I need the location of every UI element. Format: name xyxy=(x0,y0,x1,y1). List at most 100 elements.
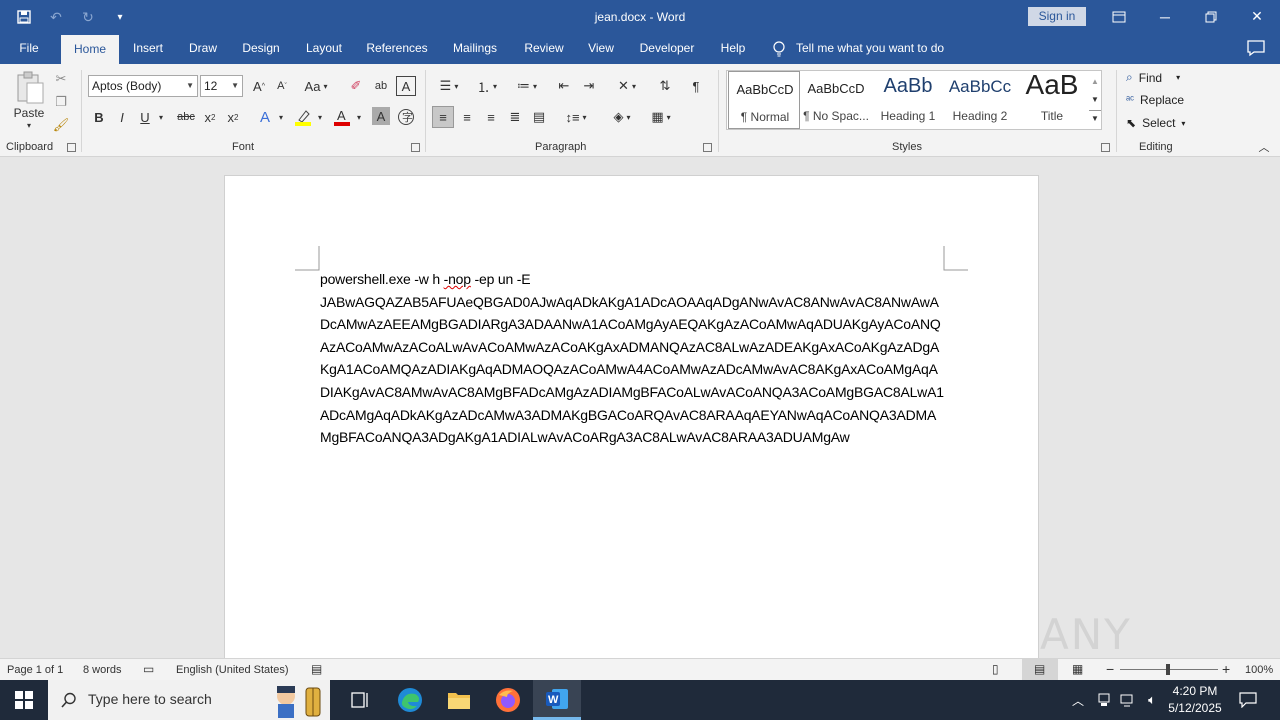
enclose-characters-icon[interactable]: 字 xyxy=(396,107,416,127)
distributed-icon[interactable]: ▤ xyxy=(529,107,549,127)
tab-draw[interactable]: Draw xyxy=(182,33,224,64)
line-spacing-icon[interactable]: ↕≡ ▾ xyxy=(559,107,593,127)
select-button[interactable]: ⬉ Select ▾ xyxy=(1126,116,1185,130)
word-count[interactable]: 8 words xyxy=(83,664,122,676)
font-launcher-icon[interactable] xyxy=(411,143,420,152)
tab-help[interactable]: Help xyxy=(714,33,752,64)
system-clock[interactable]: 4:20 PM 5/12/2025 xyxy=(1160,683,1230,717)
styles-scroll-down-icon[interactable]: ▼ xyxy=(1089,91,1101,107)
paragraph-launcher-icon[interactable] xyxy=(703,143,712,152)
tab-references[interactable]: References xyxy=(362,33,432,64)
comments-icon[interactable] xyxy=(1246,39,1266,57)
style-heading-2[interactable]: AaBbCc Heading 2 xyxy=(944,71,1016,129)
tell-me-search[interactable]: Tell me what you want to do xyxy=(772,33,944,64)
highlight-icon[interactable] xyxy=(292,107,314,127)
tab-review[interactable]: Review xyxy=(518,33,570,64)
paste-icon[interactable] xyxy=(14,70,46,106)
tab-home[interactable]: Home xyxy=(61,35,119,64)
justify-icon[interactable]: ≣ xyxy=(505,107,525,127)
styles-more-icon[interactable]: ▼ xyxy=(1089,110,1101,126)
find-button[interactable]: ⌕ Find ▾ xyxy=(1126,70,1180,85)
document-body-text[interactable]: powershell.exe -w h -nop -ep un -E JABwA… xyxy=(320,268,945,449)
taskbar-search-box[interactable]: Type here to search xyxy=(48,680,330,720)
tab-file[interactable]: File xyxy=(8,33,50,64)
strikethrough-icon[interactable]: abc xyxy=(176,107,196,127)
chevron-up-icon[interactable]: ︿ xyxy=(1066,680,1090,720)
close-icon[interactable]: ✕ xyxy=(1234,0,1280,33)
shading-icon[interactable]: ◈ ▾ xyxy=(605,107,639,127)
accessibility-icon[interactable]: ▤ xyxy=(311,662,322,676)
tab-developer[interactable]: Developer xyxy=(632,33,702,64)
multilevel-list-icon[interactable]: ≔ ▾ xyxy=(510,76,544,96)
read-mode-icon[interactable]: ▯ xyxy=(992,662,999,676)
highlight-dropdown-icon[interactable]: ▾ xyxy=(315,107,325,127)
font-name-select[interactable]: Aptos (Body) ▼ xyxy=(88,75,198,97)
font-size-select[interactable]: 12 ▼ xyxy=(200,75,243,97)
character-border-icon[interactable]: A xyxy=(396,76,416,96)
tab-design[interactable]: Design xyxy=(236,33,286,64)
character-shading-icon[interactable]: A xyxy=(372,107,390,125)
ethernet-icon[interactable] xyxy=(1116,680,1140,720)
underline-icon[interactable]: U xyxy=(136,107,154,127)
paste-dropdown-icon[interactable]: ▾ xyxy=(24,120,34,130)
tab-layout[interactable]: Layout xyxy=(298,33,350,64)
collapse-ribbon-icon[interactable]: ︿ xyxy=(1256,140,1272,154)
document-page[interactable]: powershell.exe -w h -nop -ep un -E JABwA… xyxy=(224,175,1039,658)
network-icon[interactable] xyxy=(1092,680,1116,720)
zoom-slider-thumb[interactable] xyxy=(1166,664,1170,675)
proofing-icon[interactable]: ▭ xyxy=(143,662,154,676)
bullets-icon[interactable]: ☰ ▾ xyxy=(432,76,466,96)
zoom-level[interactable]: 100% xyxy=(1245,664,1273,676)
tab-view[interactable]: View xyxy=(582,33,620,64)
shrink-font-icon[interactable]: Aˇ xyxy=(273,76,291,96)
ribbon-display-options-icon[interactable] xyxy=(1096,0,1142,33)
font-color-icon[interactable]: A xyxy=(331,107,353,127)
zoom-out-icon[interactable]: − xyxy=(1106,661,1114,677)
grow-font-icon[interactable]: A ^ xyxy=(250,76,268,96)
format-painter-icon[interactable]: 🖌 xyxy=(52,116,70,134)
tab-mailings[interactable]: Mailings xyxy=(445,33,505,64)
windows-start-icon[interactable] xyxy=(0,680,48,720)
align-right-icon[interactable]: ≡ xyxy=(481,107,501,127)
align-center-icon[interactable]: ≡ xyxy=(457,107,477,127)
increase-indent-icon[interactable]: ⇥ xyxy=(579,76,599,96)
misspelled-word[interactable]: -nop xyxy=(444,271,471,287)
cut-icon[interactable]: ✂ xyxy=(52,70,70,88)
numbering-icon[interactable]: ⒈ ▾ xyxy=(470,76,504,96)
superscript-icon[interactable]: x2 xyxy=(224,107,242,127)
change-case-button[interactable]: Aa ▾ xyxy=(300,76,332,96)
styles-scroll-up-icon[interactable]: ▲ xyxy=(1089,73,1101,89)
styles-launcher-icon[interactable] xyxy=(1101,143,1110,152)
sort-icon[interactable]: ⇅ xyxy=(655,76,675,96)
style-normal[interactable]: AaBbCcD ¶ Normal xyxy=(728,71,800,129)
text-effects-dropdown-icon[interactable]: ▾ xyxy=(276,107,286,127)
page-count[interactable]: Page 1 of 1 xyxy=(7,664,63,676)
phonetic-guide-icon[interactable]: ab xyxy=(371,76,391,96)
borders-icon[interactable]: ▦ ▾ xyxy=(644,107,678,127)
replace-button[interactable]: ᵃᶜ Replace xyxy=(1126,93,1184,107)
clipboard-launcher-icon[interactable] xyxy=(67,143,76,152)
style-no-spacing[interactable]: AaBbCcD ¶ No Spac... xyxy=(800,71,872,129)
tab-insert[interactable]: Insert xyxy=(126,33,170,64)
show-formatting-icon[interactable]: ¶ xyxy=(686,76,706,96)
align-left-icon[interactable]: ≡ xyxy=(432,106,454,128)
word-taskbar-icon[interactable]: W xyxy=(533,680,581,720)
restore-icon[interactable] xyxy=(1188,0,1234,33)
underline-dropdown-icon[interactable]: ▾ xyxy=(156,107,166,127)
task-view-icon[interactable] xyxy=(336,680,384,720)
clear-formatting-icon[interactable]: ✐ xyxy=(346,76,366,96)
text-effects-icon[interactable]: A xyxy=(255,107,275,127)
edge-icon[interactable] xyxy=(386,680,434,720)
style-heading-1[interactable]: AaBb Heading 1 xyxy=(872,71,944,129)
file-explorer-icon[interactable] xyxy=(435,680,483,720)
print-layout-icon[interactable]: ▤ xyxy=(1022,659,1058,680)
minimize-icon[interactable]: ─ xyxy=(1142,0,1188,33)
web-layout-icon[interactable]: ▦ xyxy=(1072,662,1083,676)
asian-layout-icon[interactable]: ✕ ▾ xyxy=(610,76,644,96)
copy-icon[interactable]: ❐ xyxy=(52,93,70,111)
zoom-in-icon[interactable]: + xyxy=(1222,661,1230,677)
language-indicator[interactable]: English (United States) xyxy=(176,664,289,676)
font-color-dropdown-icon[interactable]: ▾ xyxy=(354,107,364,127)
italic-icon[interactable]: I xyxy=(113,107,131,127)
subscript-icon[interactable]: x2 xyxy=(201,107,219,127)
